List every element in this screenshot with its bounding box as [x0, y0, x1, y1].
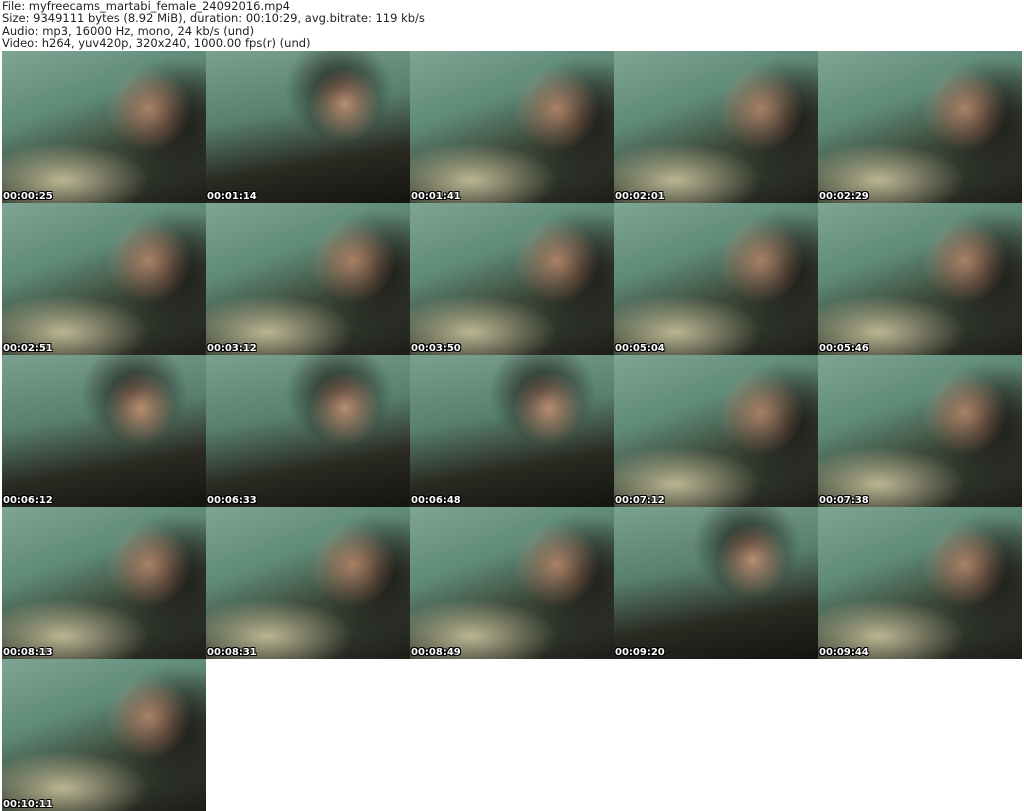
video-thumbnail: 00:06:48 — [410, 355, 614, 507]
timestamp-label: 00:06:48 — [411, 495, 461, 506]
timestamp-label: 00:02:51 — [3, 343, 53, 354]
video-thumbnail: 00:05:46 — [818, 203, 1022, 355]
video-thumbnail: 00:09:44 — [818, 507, 1022, 659]
timestamp-label: 00:08:49 — [411, 647, 461, 658]
video-thumbnail: 00:08:49 — [410, 507, 614, 659]
timestamp-label: 00:07:12 — [615, 495, 665, 506]
video-info: Video: h264, yuv420p, 320x240, 1000.00 f… — [2, 35, 311, 50]
video-thumbnail: 00:09:20 — [614, 507, 818, 659]
video-thumbnail: 00:03:12 — [206, 203, 410, 355]
video-thumbnail: 00:08:31 — [206, 507, 410, 659]
timestamp-label: 00:10:11 — [3, 799, 53, 810]
video-thumbnail: 00:06:33 — [206, 355, 410, 507]
timestamp-label: 00:01:41 — [411, 191, 461, 202]
file-size: Size: 9349111 bytes (8.92 MiB), duration… — [2, 11, 425, 26]
video-thumbnail: 00:01:41 — [410, 51, 614, 203]
timestamp-label: 00:09:44 — [819, 647, 869, 658]
video-thumbnail: 00:01:14 — [206, 51, 410, 203]
video-thumbnail: 00:05:04 — [614, 203, 818, 355]
thumbnail-grid: 00:00:25 00:01:14 00:01:41 00:02:01 00:02:29… — [2, 51, 1022, 811]
video-thumbnail: 00:00:25 — [2, 51, 206, 203]
video-thumbnail: 00:03:50 — [410, 203, 614, 355]
timestamp-label: 00:03:12 — [207, 343, 257, 354]
video-thumbnail: 00:08:13 — [2, 507, 206, 659]
video-thumbnail: 00:02:29 — [818, 51, 1022, 203]
timestamp-label: 00:06:12 — [3, 495, 53, 506]
timestamp-label: 00:00:25 — [3, 191, 53, 202]
timestamp-label: 00:05:46 — [819, 343, 869, 354]
file-info-header: File: myfreecams_martabi_female_24092016… — [2, 0, 425, 49]
timestamp-label: 00:08:31 — [207, 647, 257, 658]
timestamp-label: 00:06:33 — [207, 495, 257, 506]
timestamp-label: 00:02:29 — [819, 191, 869, 202]
timestamp-label: 00:07:38 — [819, 495, 869, 506]
video-thumbnail: 00:07:38 — [818, 355, 1022, 507]
timestamp-label: 00:02:01 — [615, 191, 665, 202]
video-thumbnail: 00:02:01 — [614, 51, 818, 203]
timestamp-label: 00:05:04 — [615, 343, 665, 354]
video-thumbnail: 00:06:12 — [2, 355, 206, 507]
timestamp-label: 00:08:13 — [3, 647, 53, 658]
timestamp-label: 00:03:50 — [411, 343, 461, 354]
timestamp-label: 00:01:14 — [207, 191, 257, 202]
video-thumbnail: 00:02:51 — [2, 203, 206, 355]
video-thumbnail: 00:07:12 — [614, 355, 818, 507]
video-thumbnail: 00:10:11 — [2, 659, 206, 811]
timestamp-label: 00:09:20 — [615, 647, 665, 658]
